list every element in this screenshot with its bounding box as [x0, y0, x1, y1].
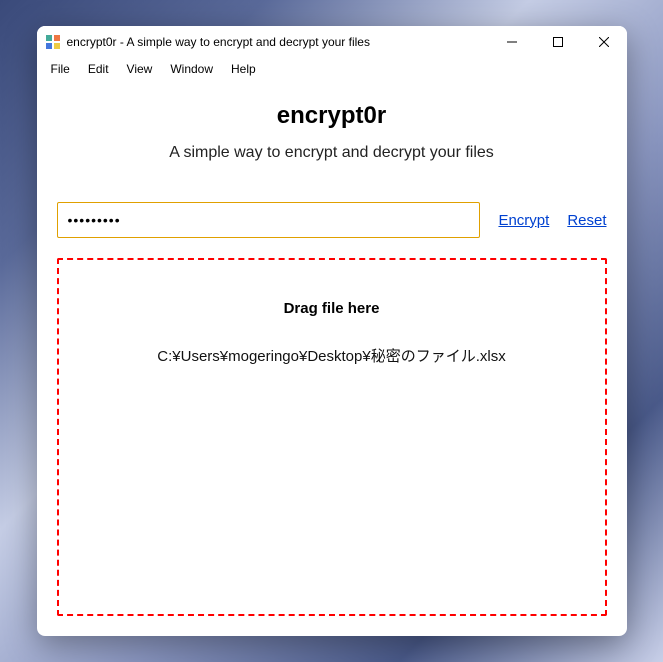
dropzone-title: Drag file here — [79, 300, 585, 317]
menubar: File Edit View Window Help — [37, 58, 627, 80]
dropzone[interactable]: Drag file here C:¥Users¥mogeringo¥Deskto… — [57, 258, 607, 616]
minimize-button[interactable] — [489, 26, 535, 58]
menu-window[interactable]: Window — [162, 60, 221, 78]
content-area: encrypt0r A simple way to encrypt and de… — [37, 80, 627, 636]
titlebar[interactable]: encrypt0r - A simple way to encrypt and … — [37, 26, 627, 58]
app-subtitle: A simple way to encrypt and decrypt your… — [57, 144, 607, 162]
app-window: encrypt0r - A simple way to encrypt and … — [37, 26, 627, 636]
menu-view[interactable]: View — [119, 60, 161, 78]
window-controls — [489, 26, 627, 58]
close-button[interactable] — [581, 26, 627, 58]
menu-help[interactable]: Help — [223, 60, 264, 78]
reset-link[interactable]: Reset — [567, 212, 606, 229]
window-title: encrypt0r - A simple way to encrypt and … — [67, 35, 489, 49]
password-input[interactable] — [57, 202, 481, 238]
encrypt-link[interactable]: Encrypt — [498, 212, 549, 229]
maximize-button[interactable] — [535, 26, 581, 58]
app-title: encrypt0r — [57, 102, 607, 130]
menu-file[interactable]: File — [43, 60, 78, 78]
app-icon — [45, 34, 61, 50]
menu-edit[interactable]: Edit — [80, 60, 117, 78]
input-row: Encrypt Reset — [57, 202, 607, 238]
dropzone-filepath: C:¥Users¥mogeringo¥Desktop¥秘密のファイル.xlsx — [79, 345, 585, 366]
